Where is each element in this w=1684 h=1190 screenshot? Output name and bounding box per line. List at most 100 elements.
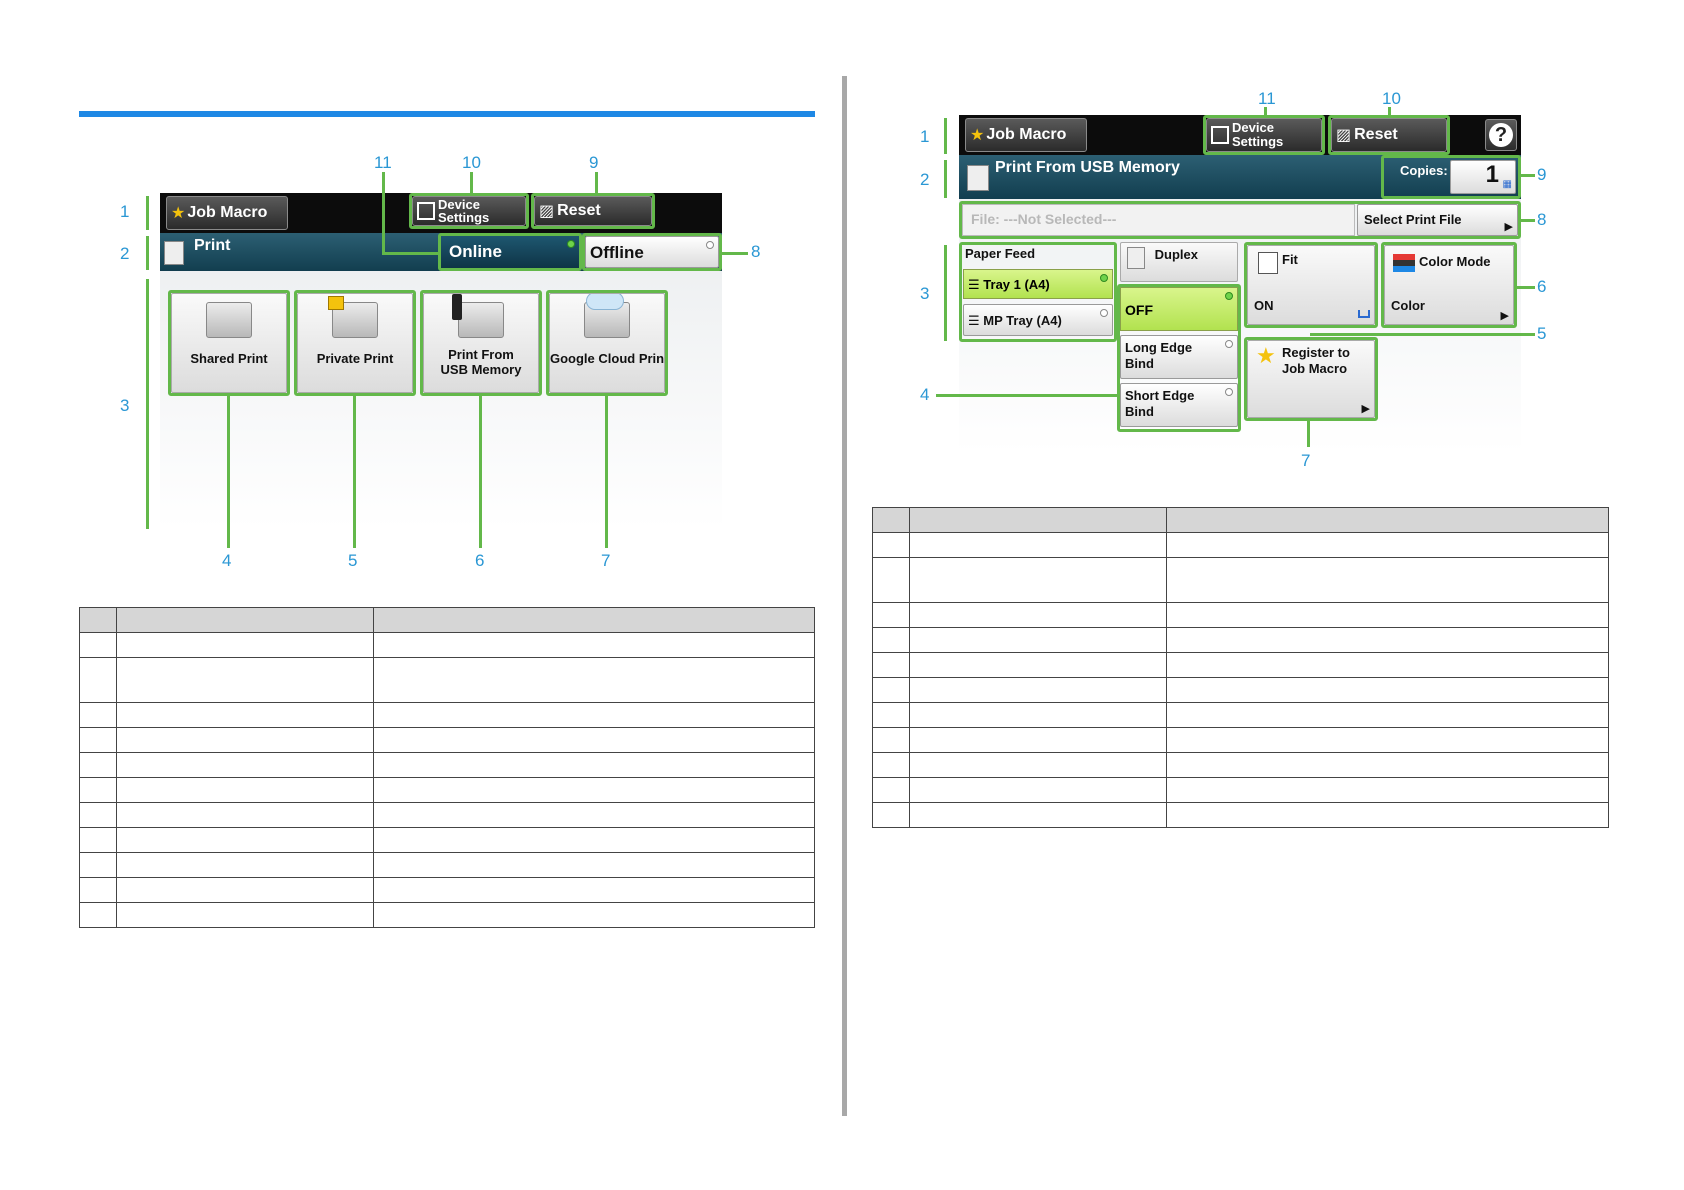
reset-button[interactable]: ▨ Reset bbox=[534, 196, 652, 226]
reset-icon: ▨ bbox=[539, 203, 555, 220]
short-edge-bind-option[interactable]: Short Edge Bind bbox=[1120, 383, 1238, 427]
mp-tray-indicator bbox=[1100, 309, 1108, 317]
table-row bbox=[872, 677, 1609, 703]
reset-button[interactable]: ▨ Reset bbox=[1331, 118, 1447, 152]
table-row bbox=[79, 802, 815, 828]
callout-11: 11 bbox=[374, 153, 392, 172]
usb-printer-icon bbox=[452, 294, 504, 338]
leader-10 bbox=[470, 172, 473, 194]
callout-1: 1 bbox=[120, 202, 130, 221]
tray-icon: ☰ bbox=[968, 277, 980, 292]
duplex-header: Duplex bbox=[1120, 242, 1238, 282]
online-button[interactable]: Online bbox=[441, 236, 579, 268]
reset-icon: ▨ bbox=[1336, 127, 1352, 144]
callout-4: 4 bbox=[920, 385, 930, 404]
leader-8 bbox=[722, 252, 748, 255]
leader-10 bbox=[1388, 107, 1391, 117]
table-row bbox=[872, 752, 1609, 778]
leader-6 bbox=[479, 396, 482, 548]
private-print-tile[interactable]: Private Print bbox=[297, 293, 413, 393]
duplex-off-option[interactable]: OFF bbox=[1120, 287, 1238, 331]
table-header bbox=[872, 507, 1609, 533]
star-plus-icon: ★ bbox=[1256, 343, 1276, 368]
leader-5 bbox=[1310, 333, 1535, 336]
register-to-job-macro-button[interactable]: ★ Register to Job Macro ▶ bbox=[1247, 340, 1375, 418]
lock-printer-icon bbox=[328, 296, 378, 338]
bracket-2 bbox=[944, 160, 947, 198]
table-row bbox=[79, 777, 815, 803]
callout-8: 8 bbox=[1537, 210, 1547, 229]
file-field[interactable]: File: ---Not Selected--- bbox=[962, 204, 1355, 236]
callout-4: 4 bbox=[222, 551, 232, 570]
mp-tray-option[interactable]: ☰ MP Tray (A4) bbox=[963, 304, 1113, 336]
arrow-right-icon: ▶ bbox=[1500, 310, 1509, 322]
callout-10: 10 bbox=[1382, 89, 1401, 108]
left-table bbox=[79, 607, 815, 928]
table-row bbox=[79, 632, 815, 658]
table-row bbox=[872, 532, 1609, 558]
table-row bbox=[872, 777, 1609, 803]
star-icon: ★ bbox=[171, 205, 186, 222]
arrow-right-icon: ▶ bbox=[1504, 221, 1513, 233]
table-row bbox=[872, 627, 1609, 653]
bracket-3 bbox=[146, 279, 149, 529]
bracket-1 bbox=[146, 196, 149, 230]
print-icon bbox=[164, 241, 184, 265]
callout-7: 7 bbox=[601, 551, 611, 570]
table-row bbox=[872, 702, 1609, 728]
gear-icon bbox=[1211, 126, 1229, 144]
offline-button[interactable]: Offline bbox=[585, 236, 719, 268]
short-edge-indicator bbox=[1225, 388, 1233, 396]
callout-7: 7 bbox=[1301, 451, 1311, 470]
table-row bbox=[79, 827, 815, 853]
print-from-usb-tile[interactable]: Print From USB Memory bbox=[423, 293, 539, 393]
fit-button[interactable]: Fit ON bbox=[1247, 245, 1375, 325]
callout-1: 1 bbox=[920, 127, 930, 146]
color-mode-icon bbox=[1393, 254, 1415, 272]
select-print-file-button[interactable]: Select Print File ▶ bbox=[1357, 204, 1518, 236]
table-row bbox=[872, 652, 1609, 678]
copies-label: Copies: bbox=[1400, 163, 1448, 178]
job-macro-button[interactable]: ★ Job Macro bbox=[166, 196, 288, 230]
long-edge-indicator bbox=[1225, 340, 1233, 348]
section-header-bar bbox=[79, 111, 815, 117]
color-mode-button[interactable]: Color Mode Color ▶ bbox=[1384, 245, 1514, 325]
bracket-3 bbox=[944, 245, 947, 341]
callout-9: 9 bbox=[589, 153, 599, 172]
tray1-option[interactable]: ☰ Tray 1 (A4) bbox=[963, 269, 1113, 299]
table-row bbox=[79, 877, 815, 903]
table-row bbox=[872, 802, 1609, 828]
usb-icon bbox=[967, 165, 989, 191]
leader-9 bbox=[1521, 174, 1535, 177]
table-row bbox=[79, 702, 815, 728]
fit-corner-icon bbox=[1358, 310, 1370, 318]
leader-5 bbox=[353, 396, 356, 548]
google-cloud-print-tile[interactable]: Google Cloud Print bbox=[549, 293, 665, 393]
shared-print-tile[interactable]: Shared Print bbox=[171, 293, 287, 393]
device-settings-button[interactable]: Device Settings bbox=[1206, 118, 1322, 152]
leader-6 bbox=[1517, 286, 1535, 289]
online-indicator bbox=[567, 240, 575, 248]
bracket-2 bbox=[146, 236, 149, 270]
table-row bbox=[872, 602, 1609, 628]
job-macro-button[interactable]: ★ Job Macro bbox=[965, 118, 1087, 152]
leader-7 bbox=[1307, 421, 1310, 447]
callout-8: 8 bbox=[751, 242, 761, 261]
leader-4 bbox=[227, 396, 230, 548]
leader-8 bbox=[1521, 219, 1535, 222]
arrow-right-icon: ▶ bbox=[1361, 403, 1370, 415]
shared-printer-icon bbox=[206, 302, 252, 338]
callout-5: 5 bbox=[1537, 324, 1547, 343]
long-edge-bind-option[interactable]: Long Edge Bind bbox=[1120, 335, 1238, 379]
copies-field[interactable]: 1 ▦ bbox=[1450, 160, 1516, 194]
table-row bbox=[79, 657, 815, 703]
device-settings-button[interactable]: Device Settings bbox=[412, 196, 526, 226]
page-divider bbox=[842, 76, 847, 1116]
callout-3: 3 bbox=[120, 396, 130, 415]
help-button[interactable]: ? bbox=[1485, 119, 1517, 151]
leader-9 bbox=[595, 172, 598, 194]
callout-10: 10 bbox=[462, 153, 481, 172]
page-title: Print bbox=[194, 237, 231, 254]
fit-icon bbox=[1258, 252, 1278, 274]
cloud-printer-icon bbox=[584, 294, 630, 338]
